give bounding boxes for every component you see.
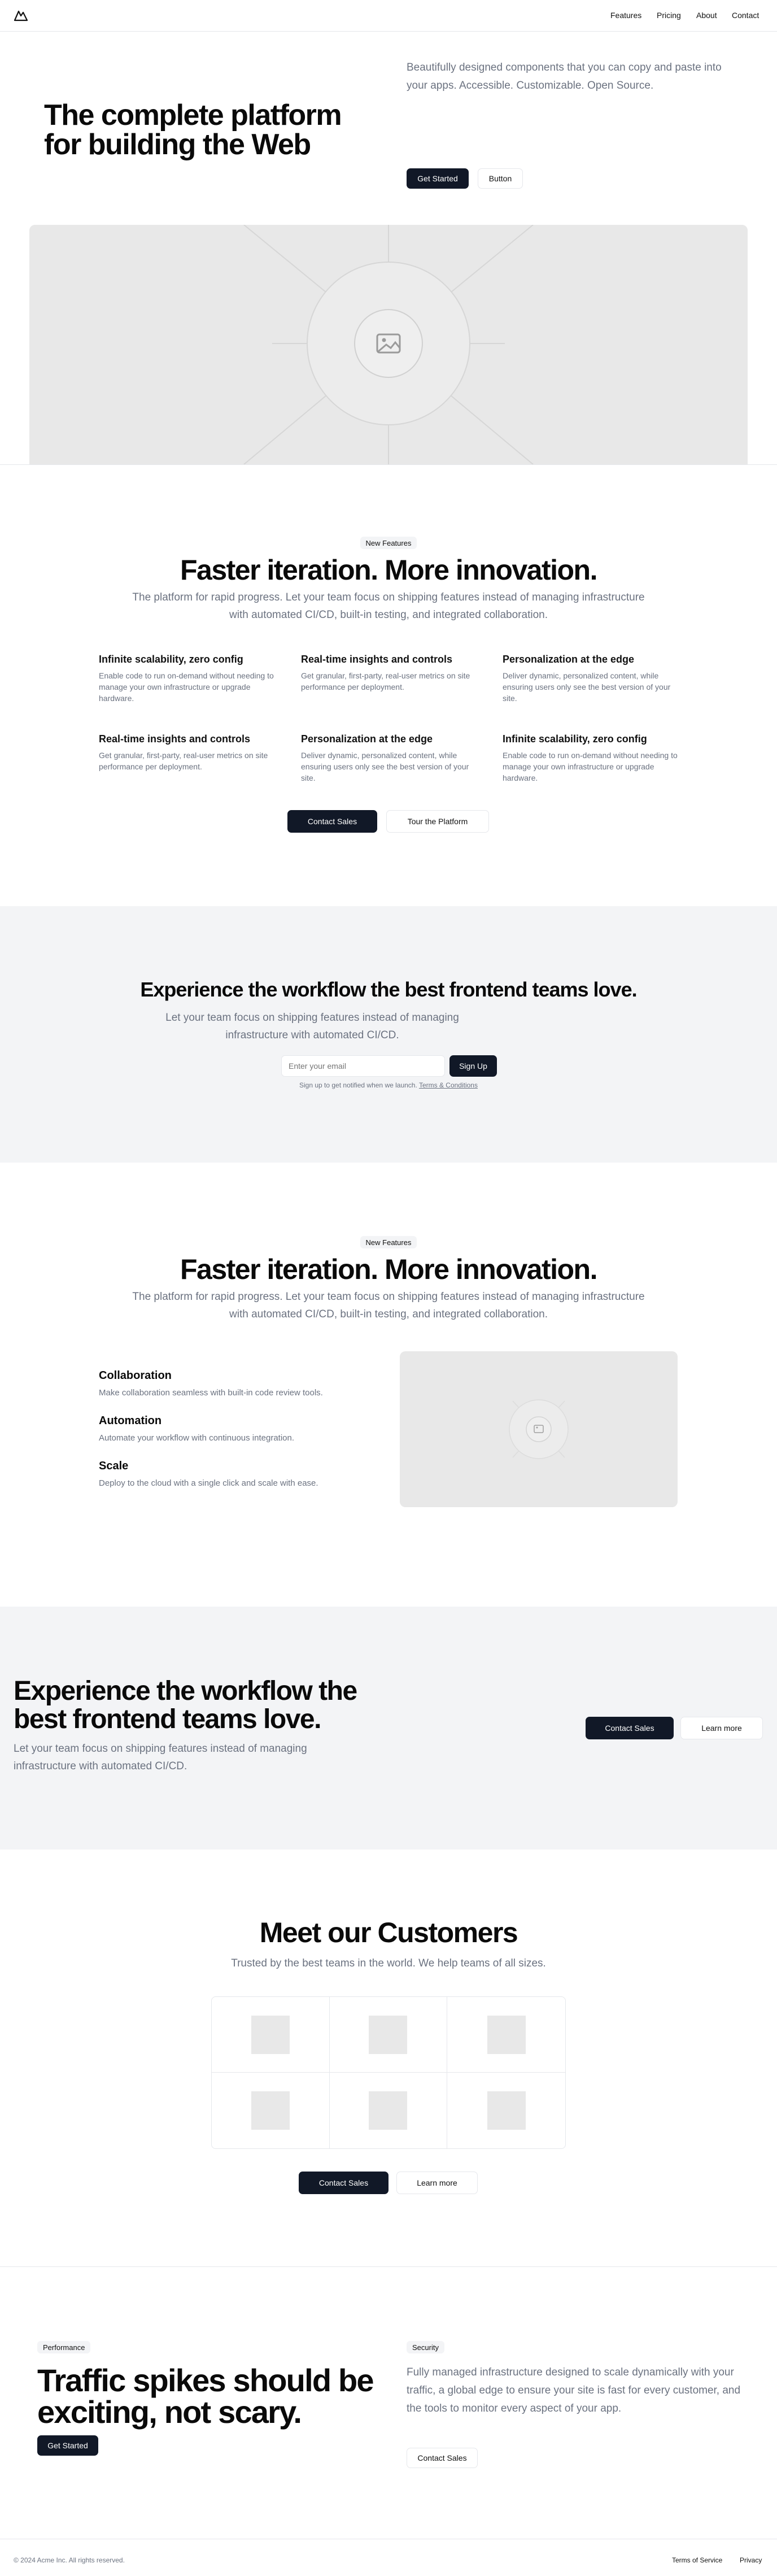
feature-desc: Automate your workflow with continuous i… — [99, 1433, 295, 1443]
customer-logo — [487, 2091, 526, 2130]
feature-desc: Enable code to run on-demand without nee… — [99, 671, 274, 703]
customers-title: Meet our Customers — [259, 1917, 518, 1948]
features2-image-placeholder — [400, 1351, 678, 1507]
nav-link-contact[interactable]: Contact — [732, 11, 759, 20]
cta-subtitle: Let your team focus on shipping features… — [14, 1743, 307, 1772]
feature-desc: Get granular, first-party, real-user met… — [301, 671, 470, 691]
footer-privacy-link[interactable]: Privacy — [740, 2556, 762, 2564]
nav-link-pricing[interactable]: Pricing — [657, 11, 681, 20]
customers-contact-sales-button[interactable]: Contact Sales — [299, 2172, 388, 2194]
nav-link-features[interactable]: Features — [610, 11, 641, 20]
feature-title: Personalization at the edge — [503, 654, 635, 665]
features2-badge: New Features — [360, 1236, 417, 1248]
terms-link[interactable]: Terms & Conditions — [419, 1081, 478, 1089]
customer-logo-cell — [212, 1997, 330, 2073]
features2-subtitle: The platform for rapid progress. Let you… — [132, 1291, 645, 1320]
features2-badge-wrap: New Features — [0, 1236, 777, 1248]
customer-logo-cell — [212, 2073, 330, 2148]
customer-logo — [369, 2091, 408, 2130]
features-title: Faster iteration. More innovation. — [180, 554, 598, 586]
cta-contact-sales-button[interactable]: Contact Sales — [586, 1717, 674, 1739]
customers-learn-more-button[interactable]: Learn more — [396, 2172, 478, 2194]
feature-title: Real-time insights and controls — [99, 733, 251, 745]
hero-description: Beautifully designed components that you… — [407, 62, 722, 92]
customer-logo — [487, 2015, 526, 2054]
feature-desc: Deploy to the cloud with a single click … — [99, 1478, 318, 1488]
performance-title: Traffic spikes should be exciting, not s… — [37, 2362, 374, 2430]
cta-learn-more-button[interactable]: Learn more — [680, 1717, 763, 1739]
feature-item: Scale Deploy to the cloud with a single … — [99, 1460, 370, 1488]
feature-desc: Get granular, first-party, real-user met… — [99, 751, 268, 771]
cta-title: Experience the workflow the best fronten… — [14, 1676, 357, 1734]
hero-get-started-button[interactable]: Get Started — [407, 168, 469, 189]
feature-title: Automation — [99, 1415, 162, 1427]
feature-title: Scale — [99, 1460, 129, 1472]
customer-logo-cell — [447, 1997, 565, 2073]
signup-note: Sign up to get notified when we launch. — [299, 1081, 417, 1089]
features-badge: New Features — [360, 537, 417, 549]
feature-title: Infinite scalability, zero config — [99, 654, 243, 665]
feature-desc: Deliver dynamic, personalized content, w… — [503, 671, 671, 703]
hero-secondary-button[interactable]: Button — [478, 168, 523, 189]
performance-badge: Performance — [37, 2341, 91, 2353]
feature-desc: Make collaboration seamless with built-i… — [99, 1388, 323, 1398]
feature-desc: Deliver dynamic, personalized content, w… — [301, 751, 469, 782]
customer-logo-grid — [211, 1996, 566, 2149]
feature-title: Personalization at the edge — [301, 733, 433, 745]
nav-link-about[interactable]: About — [696, 11, 717, 20]
performance-get-started-button[interactable]: Get Started — [37, 2435, 98, 2456]
features-badge-wrap: New Features — [0, 537, 777, 549]
placeholder-image-icon — [243, 225, 534, 464]
feature-item: Automation Automate your workflow with c… — [99, 1415, 370, 1443]
footer-copyright: © 2024 Acme Inc. All rights reserved. — [14, 2556, 125, 2564]
sign-up-button[interactable]: Sign Up — [449, 1055, 497, 1077]
feature-item: Collaboration Make collaboration seamles… — [99, 1369, 370, 1398]
contact-sales-button[interactable]: Contact Sales — [287, 810, 377, 833]
feature-item: Personalization at the edge Deliver dyna… — [301, 733, 476, 784]
placeholder-image-icon — [509, 1399, 569, 1459]
feature-title: Infinite scalability, zero config — [503, 733, 647, 745]
footer-terms-link[interactable]: Terms of Service — [672, 2556, 722, 2564]
features-subtitle: The platform for rapid progress. Let you… — [132, 591, 645, 621]
customer-logo-cell — [447, 2073, 565, 2148]
customer-logo-cell — [330, 2073, 448, 2148]
performance-contact-sales-button[interactable]: Contact Sales — [407, 2448, 478, 2468]
hero-image-placeholder — [29, 225, 748, 464]
top-nav: Features Pricing About Contact — [0, 0, 777, 32]
performance-description: Fully managed infrastructure designed to… — [407, 2366, 741, 2414]
tour-platform-button[interactable]: Tour the Platform — [386, 810, 489, 833]
section-divider — [0, 2266, 777, 2267]
customer-logo-cell — [329, 1997, 448, 2073]
feature-item: Personalization at the edge Deliver dyna… — [503, 654, 678, 704]
email-input[interactable] — [281, 1055, 445, 1077]
signup-note-row: Sign up to get notified when we launch. … — [0, 1081, 777, 1089]
features2-title: Faster iteration. More innovation. — [180, 1254, 598, 1285]
feature-item: Real-time insights and controls Get gran… — [301, 654, 476, 693]
feature-desc: Enable code to run on-demand without nee… — [503, 751, 678, 782]
feature-title: Real-time insights and controls — [301, 654, 453, 665]
feature-item: Infinite scalability, zero config Enable… — [99, 654, 274, 704]
security-badge: Security — [407, 2341, 444, 2353]
feature-title: Collaboration — [99, 1369, 172, 1382]
section-divider — [0, 464, 777, 465]
signup-subtitle: Let your team focus on shipping features… — [165, 1012, 459, 1041]
triangle-logo[interactable] — [14, 9, 28, 21]
feature-item: Real-time insights and controls Get gran… — [99, 733, 274, 772]
signup-title: Experience the workflow the best fronten… — [140, 978, 637, 1001]
footer: © 2024 Acme Inc. All rights reserved. Te… — [0, 2539, 777, 2576]
customer-logo — [251, 2015, 290, 2054]
customer-logo — [251, 2091, 290, 2130]
customer-logo — [369, 2015, 408, 2054]
hero-title: The complete platform for building the W… — [44, 99, 342, 161]
feature-item: Infinite scalability, zero config Enable… — [503, 733, 678, 784]
customers-subtitle: Trusted by the best teams in the world. … — [231, 1957, 546, 1969]
